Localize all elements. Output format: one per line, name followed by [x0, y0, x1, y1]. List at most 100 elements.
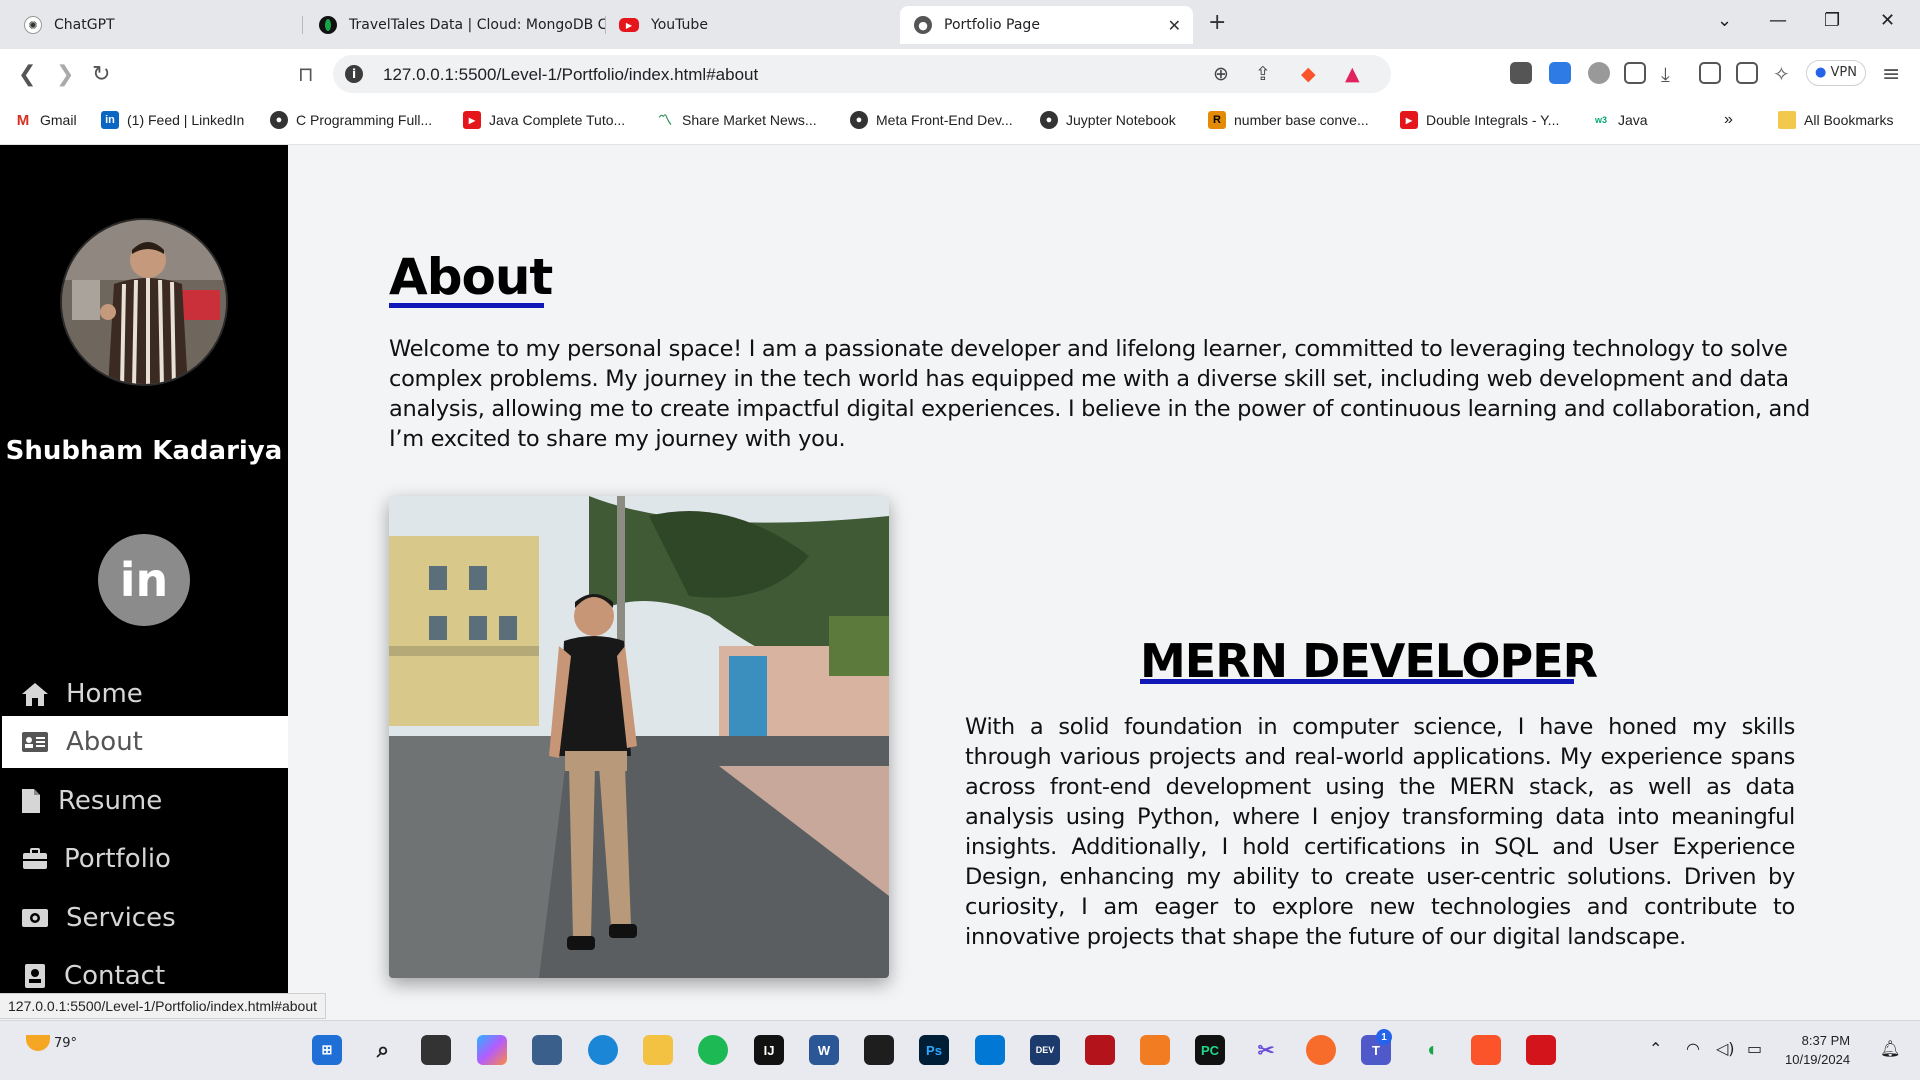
volume-icon[interactable]: ◁)	[1716, 1039, 1735, 1058]
portfolio-sidebar: Shubham Kadariya in Home About Resume Po…	[0, 145, 288, 993]
show-hidden-icons-chevron-icon[interactable]: ⌃	[1649, 1039, 1662, 1058]
sidebar-toggle-icon[interactable]	[1699, 62, 1721, 84]
snipping-tool-icon[interactable]: ✂	[1251, 1035, 1281, 1065]
nav-item-resume[interactable]: Resume	[2, 775, 288, 827]
nav-item-label: About	[66, 727, 143, 757]
start-button[interactable]: ⊞	[312, 1035, 342, 1065]
bookmark-label: Meta Front-End Dev...	[876, 112, 1013, 128]
brave-shields-icon[interactable]: ◆	[1301, 63, 1316, 85]
app-icon[interactable]	[532, 1035, 562, 1065]
nav-item-portfolio[interactable]: Portfolio	[2, 833, 288, 885]
nav-item-home[interactable]: Home	[2, 668, 288, 720]
leo-ai-icon[interactable]: ✧	[1773, 62, 1790, 86]
bookmark-meta-frontend[interactable]: ● Meta Front-End Dev...	[850, 111, 1013, 129]
bookmark-java-tutorial[interactable]: ▶ Java Complete Tuto...	[463, 111, 625, 129]
edge-icon[interactable]	[588, 1035, 618, 1065]
dev-cpp-icon[interactable]: DEV	[1030, 1035, 1060, 1065]
postman-icon[interactable]	[1306, 1035, 1336, 1065]
vpn-button[interactable]: ● VPN	[1806, 60, 1866, 86]
url-text[interactable]: 127.0.0.1:5500/Level-1/Portfolio/index.h…	[383, 65, 758, 85]
nav-item-contact[interactable]: Contact	[2, 950, 288, 993]
file-explorer-icon[interactable]	[643, 1035, 673, 1065]
bookmark-double-integrals[interactable]: ▶ Double Integrals - Y...	[1400, 111, 1559, 129]
app-red-icon[interactable]	[1085, 1035, 1115, 1065]
reload-button[interactable]: ↻	[92, 62, 110, 87]
browser-tab-bar: ✺ ChatGPT TravelTales Data | Cloud: Mong…	[0, 0, 1920, 49]
back-button[interactable]: ❮	[18, 62, 36, 87]
zoom-icon[interactable]: ⊕	[1213, 63, 1229, 85]
nav-item-label: Services	[66, 903, 176, 933]
figma-icon[interactable]	[864, 1035, 894, 1065]
bookmark-number-base[interactable]: R number base conve...	[1208, 111, 1369, 129]
youtube-icon: ▶	[1400, 111, 1418, 129]
word-icon[interactable]: W	[809, 1035, 839, 1065]
extension-fi-icon[interactable]	[1549, 62, 1571, 84]
share-icon[interactable]: ⇪	[1255, 63, 1271, 85]
rapidtables-icon: R	[1208, 111, 1226, 129]
restore-button[interactable]: ❐	[1824, 10, 1840, 31]
photoshop-icon[interactable]: Ps	[919, 1035, 949, 1065]
vscode-icon[interactable]	[975, 1035, 1005, 1065]
file-icon	[16, 786, 46, 816]
task-view-icon[interactable]	[421, 1035, 451, 1065]
acrobat-icon[interactable]	[1526, 1035, 1556, 1065]
money-icon	[20, 903, 50, 933]
bookmark-jupyter[interactable]: ● Juypter Notebook	[1040, 111, 1176, 129]
all-bookmarks-folder[interactable]: All Bookmarks	[1778, 111, 1893, 129]
bookmark-label: (1) Feed | LinkedIn	[127, 112, 245, 128]
download-icon[interactable]: ⤓	[1661, 62, 1670, 86]
address-bar[interactable]: i 127.0.0.1:5500/Level-1/Portfolio/index…	[333, 55, 1391, 93]
system-clock[interactable]: 8:37 PM 10/19/2024	[1785, 1031, 1850, 1069]
nav-item-label: Resume	[58, 786, 163, 816]
weather-widget[interactable]: 79°	[26, 1035, 77, 1051]
tab-youtube[interactable]: ▶ YouTube	[605, 6, 895, 44]
menu-icon[interactable]: ≡	[1882, 62, 1900, 87]
chatgpt-icon: ✺	[24, 16, 42, 34]
address-book-icon	[20, 961, 50, 991]
bookmark-label: Java Complete Tuto...	[489, 112, 626, 128]
more-bookmarks-chevron-icon[interactable]: »	[1724, 111, 1733, 129]
extension-robot-icon[interactable]	[1510, 62, 1532, 84]
forward-button[interactable]: ❯	[56, 62, 74, 87]
battery-icon[interactable]: ▭	[1747, 1039, 1762, 1058]
spotify-icon[interactable]	[698, 1035, 728, 1065]
globe-icon: ●	[1040, 111, 1058, 129]
close-tab-icon[interactable]: ✕	[1168, 16, 1181, 35]
wifi-icon[interactable]: ◠	[1686, 1039, 1700, 1058]
bookmark-share-market[interactable]: 〽 Share Market News...	[656, 111, 817, 129]
new-tab-button[interactable]: +	[1208, 10, 1226, 35]
linkedin-icon[interactable]: in	[98, 534, 190, 626]
clock-time: 8:37 PM	[1801, 1033, 1851, 1048]
nav-item-services[interactable]: Services	[2, 892, 288, 944]
tab-chatgpt[interactable]: ✺ ChatGPT	[10, 6, 300, 44]
tab-title: ChatGPT	[54, 17, 115, 33]
teams-badge: 1	[1376, 1029, 1392, 1045]
brave-rewards-icon[interactable]: ▲	[1345, 63, 1360, 85]
extension-circle-icon[interactable]	[1588, 62, 1610, 84]
tab-portfolio[interactable]: ● Portfolio Page ✕	[900, 6, 1193, 44]
close-window-button[interactable]: ✕	[1880, 10, 1895, 31]
bookmark-icon[interactable]: ⊓	[298, 62, 314, 86]
bookmark-label: All Bookmarks	[1804, 112, 1894, 128]
intellij-icon[interactable]: IJ	[754, 1035, 784, 1065]
about-intro: Welcome to my personal space! I am a pas…	[389, 336, 1810, 452]
xampp-icon[interactable]	[1140, 1035, 1170, 1065]
bookmark-c-programming[interactable]: ● C Programming Full...	[270, 111, 432, 129]
tab-search-chevron-icon[interactable]: ⌄	[1717, 10, 1732, 31]
copilot-icon[interactable]	[477, 1035, 507, 1065]
notification-bell-icon[interactable]: 🔔︎	[1880, 1039, 1900, 1058]
bookmark-linkedin[interactable]: in (1) Feed | LinkedIn	[101, 111, 244, 129]
pycharm-icon[interactable]: PC	[1195, 1035, 1225, 1065]
tab-mongodb[interactable]: TravelTales Data | Cloud: MongoDB C	[305, 6, 605, 44]
bookmark-gmail[interactable]: M Gmail	[14, 111, 77, 129]
wallet-icon[interactable]	[1736, 62, 1758, 84]
extensions-puzzle-icon[interactable]	[1624, 62, 1646, 84]
nav-item-about[interactable]: About	[2, 716, 288, 768]
bookmark-java[interactable]: w3 Java	[1592, 111, 1648, 129]
title-underline	[389, 303, 544, 308]
site-info-icon[interactable]: i	[345, 65, 363, 83]
mongodb-compass-icon[interactable]: ◖	[1416, 1035, 1446, 1065]
search-icon[interactable]: ⌕	[368, 1035, 398, 1065]
brave-icon[interactable]	[1471, 1035, 1501, 1065]
minimize-button[interactable]: —	[1769, 10, 1787, 31]
